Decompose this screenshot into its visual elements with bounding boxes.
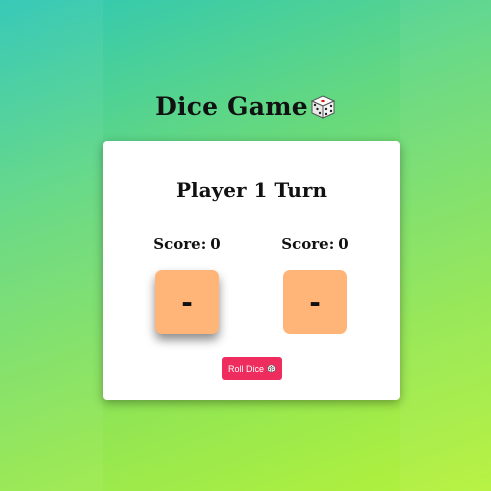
player-2-score: Score: 0 bbox=[255, 235, 375, 253]
roll-dice-button-label: Roll Dice bbox=[227, 363, 264, 374]
turn-indicator: Player 1 Turn bbox=[176, 178, 327, 202]
player-2-dice: - bbox=[283, 270, 347, 334]
background-band-right bbox=[400, 0, 491, 491]
page-title-text: Dice Game bbox=[155, 92, 308, 121]
player-2-score-value: 0 bbox=[338, 235, 349, 253]
game-card: Player 1 Turn Score: 0 - Score: 0 - Roll D… bbox=[103, 141, 400, 400]
player-1-score: Score: 0 bbox=[127, 235, 247, 253]
player-2-score-label: Score: bbox=[281, 235, 335, 253]
player-1-dice: - bbox=[155, 270, 219, 334]
player-1-panel: Score: 0 - bbox=[127, 235, 247, 334]
player-1-score-label: Score: bbox=[153, 235, 207, 253]
dice-icon bbox=[267, 364, 276, 373]
player-1-score-value: 0 bbox=[210, 235, 221, 253]
page-title: Dice Game bbox=[0, 92, 491, 121]
player-2-panel: Score: 0 - bbox=[255, 235, 375, 334]
background-band-left bbox=[0, 0, 103, 491]
dice-icon bbox=[310, 94, 336, 119]
roll-dice-button[interactable]: Roll Dice bbox=[222, 357, 282, 380]
